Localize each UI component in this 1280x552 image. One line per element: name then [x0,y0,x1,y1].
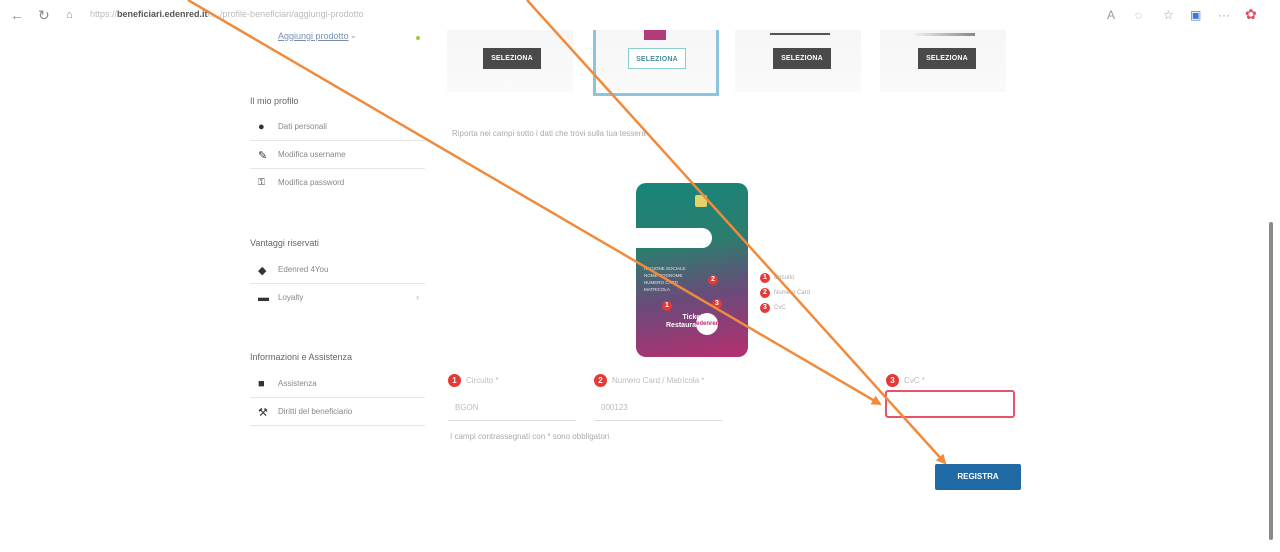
sidebar-item-label: Assistenza [278,379,317,388]
url-path: /... /profile-beneficiari/aggiungi-prodo… [207,9,364,19]
numero-card-underline [594,420,722,421]
card-badge-1: 1 [662,301,672,311]
numero-card-input[interactable]: 000123 [601,403,628,412]
card-thumbnail-edge [770,33,830,35]
sidebar-item-edenred-4you[interactable]: ◆ Edenred 4You [250,256,425,284]
card-white-band [636,228,712,248]
circuito-input[interactable]: BGON [455,403,479,412]
page-scrollbar[interactable] [1269,222,1273,540]
sidebar-item-loyalty[interactable]: ▬ Loyalty › [250,284,425,312]
more-icon[interactable]: ··· [1218,8,1230,22]
status-dot [416,36,420,40]
favorites-icon[interactable]: ☆ [1163,8,1174,22]
legend-badge-1: 1 [760,273,770,283]
circuito-label: Circuito * [466,376,499,385]
gavel-icon: ⚒ [258,407,268,419]
legend-label-circuito: Circuito [774,275,795,281]
url-prefix: https:// [90,9,118,19]
card-thumbnail-edge [915,33,975,36]
pencil-icon: ✎ [258,150,268,162]
back-arrow-icon[interactable]: ← [10,0,24,30]
profile-section-title: Il mio profilo [250,96,299,106]
sidebar-item-personal-data[interactable]: ● Dati personali [250,113,425,141]
card-illustration: Ragione sociale Nome Cognome Numero card… [636,183,748,357]
legend-label-numero-card: Numero Card [774,290,811,296]
loyalty-card-icon: ▬ [258,292,269,304]
field-badge-2: 2 [594,374,607,387]
select-button-4[interactable]: SELEZIONA [918,48,976,69]
key-icon: ⚿ [258,177,265,187]
legend-label-cvc: CvC [774,305,786,311]
card-badge-3: 3 [712,299,722,309]
sidebar-item-rights[interactable]: ⚒ Diritti del beneficiario [250,398,425,426]
chevron-down-icon: ⌄ [350,31,357,40]
chevron-right-icon: › [416,292,419,302]
sidebar-item-edit-password[interactable]: ⚿ Modifica password [250,169,425,197]
lock-icon: ⌂ [66,9,73,21]
numero-card-label: Numero Card / Matricola * [612,376,705,385]
circuito-underline [448,420,576,421]
chat-icon: ■ [258,378,265,390]
sidebar-item-edit-username[interactable]: ✎ Modifica username [250,141,425,169]
url-domain: beneficiari.edenred.it [117,9,208,19]
address-bar[interactable]: https://beneficiari.edenred.it/... /prof… [90,9,364,19]
card-line: Numero card [644,280,679,285]
tag-icon: ◆ [258,265,267,277]
user-circle-icon: ● [258,121,265,133]
sidebar-item-label: Modifica username [278,150,346,159]
card-chip [695,195,707,207]
cvc-label: CvC * [904,376,925,385]
edenred-logo: edenred [696,313,719,335]
required-fields-note: I campi contrassegnati con * sono obblig… [450,432,610,441]
card-line: Nome Cognome [644,273,683,278]
instructions-text: Riporta nei campi sotto i dati che trovi… [452,129,646,138]
sidebar-item-label: Dati personali [278,122,327,131]
card-badge-2: 2 [708,275,718,285]
field-badge-3: 3 [886,374,899,387]
card-line: Matricola [644,287,670,292]
select-button-3[interactable]: SELEZIONA [773,48,831,69]
reload-icon[interactable]: ↻ [38,0,50,30]
legend-badge-2: 2 [760,288,770,298]
copilot-icon[interactable]: ✿ [1245,6,1257,23]
sidebar-item-label: Loyalty [278,293,304,302]
card-text-lines: Ragione sociale Nome Cognome Numero card… [644,265,686,293]
sidebar-item-label: Edenred 4You [278,265,329,274]
browser-toolbar: ← ↻ ⌂ https://beneficiari.edenred.it/...… [0,0,1280,30]
field-badge-1: 1 [448,374,461,387]
sidebar-item-assistance[interactable]: ■ Assistenza [250,370,425,398]
extension-icon[interactable]: ◌ [1135,8,1142,22]
select-button-2[interactable]: SELEZIONA [628,48,686,69]
registra-button[interactable]: REGISTRA [935,464,1021,490]
sidebar-item-label: Modifica password [278,178,345,187]
benefits-section-title: Vantaggi riservati [250,238,319,248]
collections-icon[interactable]: ▣ [1190,8,1201,22]
sidebar-item-label: Diritti del beneficiario [278,407,353,416]
read-aloud-icon[interactable]: A [1107,8,1115,22]
legend-badge-3: 3 [760,303,770,313]
card-line: Ragione sociale [644,266,686,271]
add-product-link[interactable]: Aggiungi prodotto [278,31,349,41]
cvc-input[interactable] [885,390,1015,418]
select-button-1[interactable]: SELEZIONA [483,48,541,69]
info-section-title: Informazioni e Assistenza [250,352,353,362]
